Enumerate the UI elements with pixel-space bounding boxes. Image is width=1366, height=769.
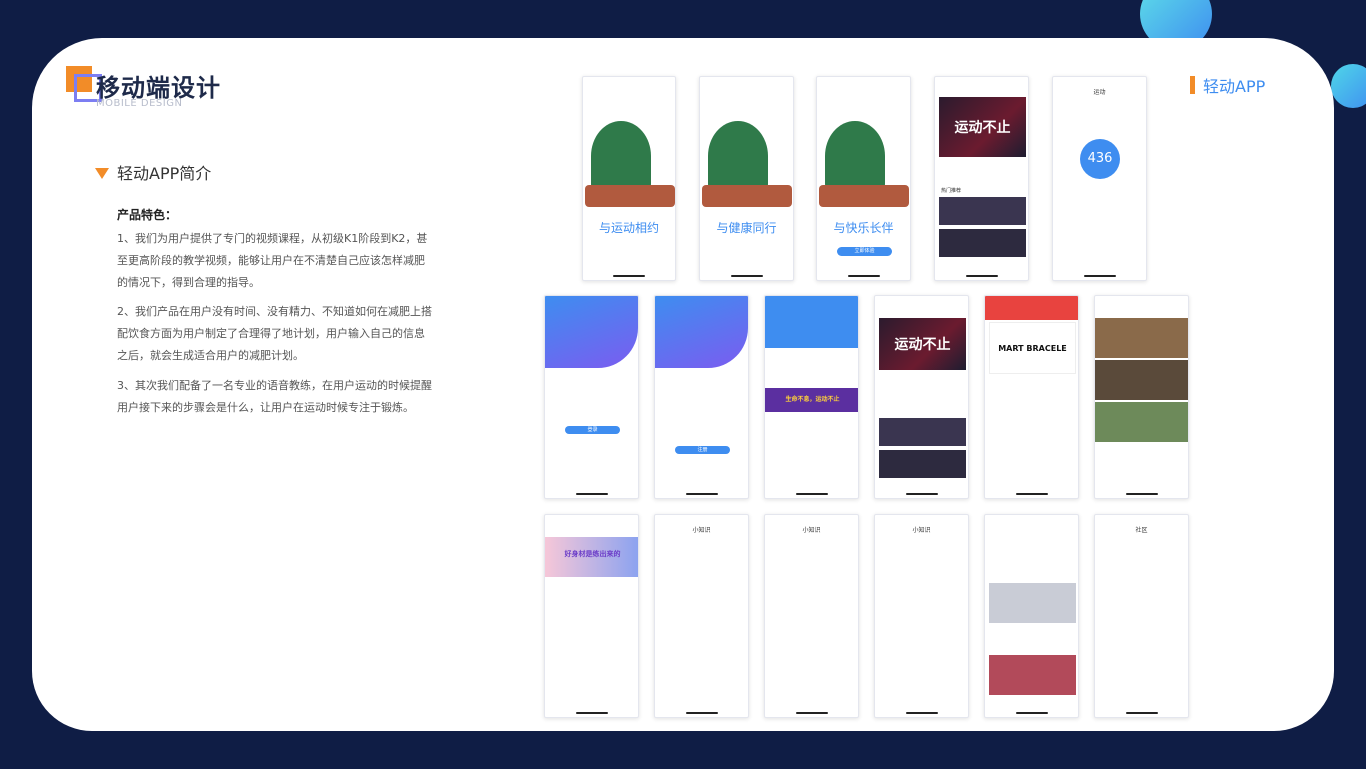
shop-banner: MART BRACELE [989, 322, 1076, 374]
screen-food [1094, 295, 1189, 499]
home-indicator [1015, 712, 1048, 714]
knowledge-title: 小知识 [912, 527, 931, 534]
onboard-title-2: 与健康同行 [716, 221, 777, 235]
plant-illustration [708, 121, 768, 191]
screen-home-2: 运动不止 [874, 295, 969, 499]
home-indicator [575, 712, 608, 714]
knowledge-title: 小知识 [802, 527, 821, 534]
screen-course: 好身材是练出来的 [544, 514, 639, 718]
triangle-down-icon [95, 167, 109, 179]
screen-profile: 生命不息，运动不止 [764, 295, 859, 499]
screen-knowledge-1: 小知识 [654, 514, 749, 718]
screen-shop: MART BRACELE [984, 295, 1079, 499]
stats-title: 运动 [1093, 89, 1106, 96]
home-indicator [1125, 493, 1158, 495]
hero-banner: 运动不止 [879, 318, 966, 370]
tag-label: 轻动APP [1203, 77, 1266, 96]
video-card[interactable] [879, 418, 966, 446]
screen-feed [984, 514, 1079, 718]
screen-stats: 运动 436 [1052, 76, 1147, 281]
login-button[interactable]: 登录 [565, 426, 620, 434]
home-indicator [905, 712, 938, 714]
plant-illustration [825, 121, 885, 191]
banner-text: 运动不止 [894, 337, 951, 353]
home-indicator [1125, 712, 1158, 714]
features-title: 产品特色： [117, 208, 178, 222]
banner-text: 运动不止 [954, 120, 1011, 136]
start-button[interactable]: 立即体验 [837, 247, 892, 256]
screen-community: 社区 [1094, 514, 1189, 718]
home-indicator [795, 493, 828, 495]
shop-header [985, 296, 1078, 320]
login-header [545, 296, 638, 368]
food-card[interactable] [1095, 402, 1188, 442]
section-heading: 轻动APP简介 [95, 160, 211, 184]
planter [702, 185, 792, 207]
stats-circle: 436 [1080, 139, 1120, 179]
video-card[interactable] [939, 197, 1026, 225]
promo-banner: 生命不息，运动不止 [765, 388, 858, 412]
page-subtitle: MOBILE DESIGN [96, 98, 183, 109]
screen-onboard-1: 与运动相约 [582, 76, 676, 281]
onboard-title-3: 与快乐长伴 [833, 221, 894, 235]
home-indicator [685, 493, 718, 495]
hero-banner: 运动不止 [939, 97, 1026, 157]
screen-knowledge-2: 小知识 [764, 514, 859, 718]
knowledge-title: 小知识 [692, 527, 711, 534]
home-indicator [685, 712, 718, 714]
register-header [655, 296, 748, 368]
home-indicator [847, 275, 880, 277]
home-indicator [1015, 493, 1048, 495]
community-title: 社区 [1135, 527, 1148, 534]
screen-register: 注册 [654, 295, 749, 499]
food-card[interactable] [1095, 360, 1188, 400]
decor-circle-right [1331, 64, 1366, 108]
video-card[interactable] [879, 450, 966, 478]
tag-bar [1190, 76, 1195, 94]
screen-home: 运动不止 热门推荐 [934, 76, 1029, 281]
home-indicator [575, 493, 608, 495]
screen-onboard-2: 与健康同行 [699, 76, 794, 281]
hot-label: 热门推荐 [941, 188, 962, 194]
planter [819, 185, 909, 207]
course-banner: 好身材是练出来的 [545, 537, 638, 577]
home-indicator [795, 712, 828, 714]
screen-knowledge-3: 小知识 [874, 514, 969, 718]
register-button[interactable]: 注册 [675, 446, 730, 454]
home-indicator [613, 275, 645, 277]
course-headline: 好身材是练出来的 [564, 550, 621, 558]
screen-login: 登录 [544, 295, 639, 499]
planter [585, 185, 675, 207]
onboard-title-1: 与运动相约 [598, 221, 659, 235]
feed-image [989, 655, 1076, 695]
paragraph-1: 1、我们为用户提供了专门的视频课程，从初级K1阶段到K2，甚至更高阶段的教学视频… [117, 232, 428, 289]
food-card[interactable] [1095, 318, 1188, 358]
paragraph-2: 2、我们产品在用户没有时间、没有精力、不知道如何在减肥上搭配饮食方面为用户制定了… [117, 305, 432, 362]
plant-illustration [591, 121, 651, 191]
home-indicator [965, 275, 998, 277]
profile-header [765, 296, 858, 348]
home-indicator [730, 275, 763, 277]
paragraph-3: 3、其次我们配备了一名专业的语音教练，在用户运动的时候提醒用户接下来的步骤会是什… [117, 379, 432, 414]
feed-image [989, 583, 1076, 623]
section-title: 轻动APP简介 [117, 164, 212, 183]
home-indicator [905, 493, 938, 495]
home-indicator [1083, 275, 1116, 277]
app-tag: 轻动APP [1190, 75, 1266, 96]
screen-onboard-3: 与快乐长伴 立即体验 [816, 76, 911, 281]
video-card[interactable] [939, 229, 1026, 257]
